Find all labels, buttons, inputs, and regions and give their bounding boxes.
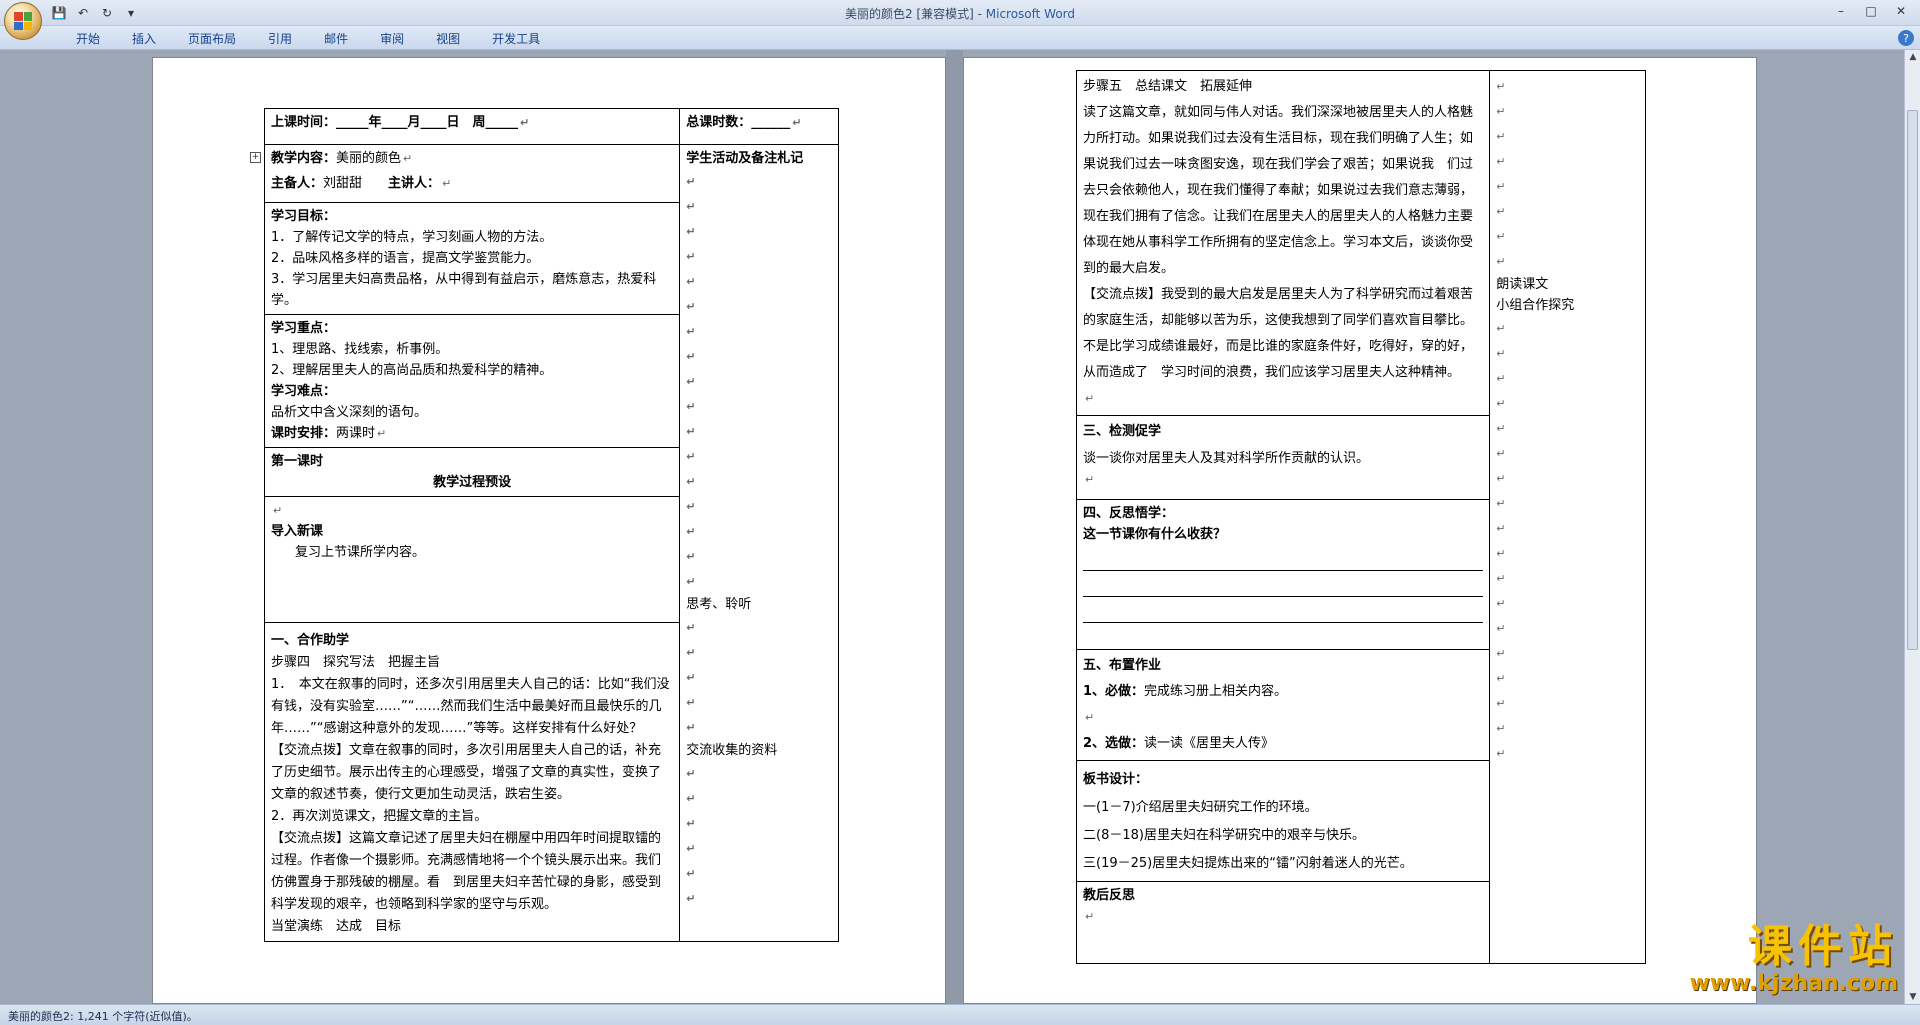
difficulty-text: 品析文中含义深刻的语句。 bbox=[271, 405, 428, 420]
key-item: 1、理思路、找线索，析事例。 bbox=[271, 342, 449, 357]
ribbon-tabs: 开始 插入 页面布局 引用 邮件 审阅 视图 开发工具 bbox=[60, 30, 556, 47]
summary-cell[interactable]: 步骤五 总结课文 拓展延伸 读了这篇文章，就如同与伟人对话。我们深深地被居里夫人… bbox=[1075, 70, 1491, 416]
key-item: 2、理解居里夫人的高尚品质和热爱科学的精神。 bbox=[271, 363, 553, 378]
student-column-header: 学生活动及备注札记 bbox=[686, 151, 804, 166]
goal-item: 3．学习居里夫妇高贵品格，从中得到有益启示，磨炼意志，热爱科学。 bbox=[271, 272, 657, 308]
student-notes-column[interactable]: 学生活动及备注札记 ↵ ↵ ↵ ↵ ↵ ↵ ↵ ↵ ↵ ↵ ↵ ↵ ↵ ↵ ↵ ↵ ↵ 思考、聆听 ↵ ↵ ↵ ↵ ↵ … bbox=[679, 144, 839, 942]
board-item: 三(19－25)居里夫妇提炼出来的“镭”闪射着迷人的光芒。 bbox=[1083, 856, 1413, 871]
site-watermark: 课件站 www.kjzhan.com bbox=[1689, 922, 1898, 996]
answer-line[interactable] bbox=[1083, 573, 1484, 597]
maximize-icon[interactable]: □ bbox=[1858, 2, 1884, 20]
exchange-one: 【交流点拨】文章在叙事的同时，多次引用居里夫人自己的话，补充了历史细节。展示出传… bbox=[271, 743, 662, 802]
title-bar: 💾 ↶ ↻ ▾ 美丽的颜色2 [兼容模式] - Microsoft Word –… bbox=[0, 0, 1920, 26]
app-name: Microsoft Word bbox=[985, 7, 1076, 21]
check-text: 谈一谈你对居里夫人及其对科学所作贡献的认识。 bbox=[1083, 451, 1370, 466]
office-logo-icon bbox=[14, 12, 32, 30]
close-icon[interactable]: ✕ bbox=[1888, 2, 1914, 20]
tab-home[interactable]: 开始 bbox=[60, 30, 116, 47]
minimize-icon[interactable]: – bbox=[1828, 2, 1854, 20]
tab-references[interactable]: 引用 bbox=[252, 30, 308, 47]
exchange-text: 【交流点拨】我受到的最大启发是居里夫人为了科学研究而过着艰苦的家庭生活，却能够以… bbox=[1083, 287, 1474, 380]
office-button[interactable] bbox=[4, 2, 42, 40]
scroll-up-icon[interactable]: ▲ bbox=[1907, 52, 1919, 62]
key-points-cell[interactable]: 学习重点： 1、理思路、找线索，析事例。 2、理解居里夫人的高尚品质和热爱科学的… bbox=[263, 314, 681, 448]
goal-item: 2．品味风格多样的语言，提高文学鉴赏能力。 bbox=[271, 251, 540, 266]
vertical-scrollbar[interactable]: ▲ ▼ bbox=[1904, 50, 1920, 1004]
tab-review[interactable]: 审阅 bbox=[364, 30, 420, 47]
intro-cell[interactable]: ↵ 导入新课 复习上节课所学内容。 bbox=[263, 496, 681, 623]
tab-developer[interactable]: 开发工具 bbox=[476, 30, 556, 47]
total-hours-cell[interactable]: 总课时数：______ ↵ bbox=[679, 108, 839, 145]
help-icon[interactable]: ? bbox=[1898, 30, 1914, 46]
scrollbar-thumb[interactable] bbox=[1907, 110, 1918, 650]
table-move-handle-icon[interactable]: + bbox=[250, 152, 261, 163]
right-student-column[interactable]: ↵ ↵ ↵ ↵ ↵ ↵ ↵ ↵ 朗读课文 小组合作探究 ↵ ↵ ↵ ↵ ↵ ↵ ↵ ↵ ↵ ↵ ↵ ↵ ↵ ↵ ↵ ↵ ↵ ↵ bbox=[1489, 70, 1646, 964]
homework-cell[interactable]: 五、布置作业 1、必做：完成练习册上相关内容。 ↵ 2、选做：读一读《居里夫人传… bbox=[1075, 649, 1491, 761]
side-paragraph-marks: ↵ ↵ ↵ ↵ ↵ ↵ ↵ ↵ ↵ ↵ ↵ ↵ ↵ ↵ ↵ ↵ ↵ bbox=[686, 175, 696, 588]
word-count-status[interactable]: 美丽的颜色2: 1,241 个字符(近似值)。 bbox=[8, 1008, 198, 1024]
class-time-cell[interactable]: 上课时间：_____年____月____日 周_____ ↵ bbox=[263, 108, 681, 145]
question-two: 2．再次浏览课文，把握文章的主旨。 bbox=[271, 809, 488, 824]
side-note-read: 朗读课文 bbox=[1496, 277, 1549, 292]
tab-view[interactable]: 视图 bbox=[420, 30, 476, 47]
reflect-cell[interactable]: 四、反思悟学： 这一节课你有什么收获？ bbox=[1075, 499, 1491, 650]
side-note-share: 交流收集的资料 bbox=[686, 743, 778, 758]
scroll-down-icon[interactable]: ▼ bbox=[1907, 992, 1919, 1002]
check-cell[interactable]: 三、检测促学 谈一谈你对居里夫人及其对科学所作贡献的认识。 ↵ bbox=[1075, 415, 1491, 500]
side-note-group: 小组合作探究 bbox=[1496, 298, 1575, 313]
step-five: 步骤五 总结课文 拓展延伸 bbox=[1083, 79, 1253, 94]
question-one: 1． 本文在叙事的同时，还多次引用居里夫人自己的话：比如“我们没有钱，没有实验室… bbox=[271, 677, 670, 736]
content-cell[interactable]: 教学内容：美丽的颜色 ↵ 主备人：刘甜甜 主讲人： ↵ bbox=[263, 144, 681, 203]
answer-line[interactable] bbox=[1083, 547, 1484, 571]
tab-insert[interactable]: 插入 bbox=[116, 30, 172, 47]
step-four: 步骤四 探究写法 把握主旨 bbox=[271, 655, 441, 670]
watermark-logo: 课件站 bbox=[1748, 921, 1898, 972]
tab-mailings[interactable]: 邮件 bbox=[308, 30, 364, 47]
intro-text: 复习上节课所学内容。 bbox=[295, 545, 426, 560]
post-reflection-cell[interactable]: 教后反思 ↵ bbox=[1075, 881, 1491, 964]
reflect-question: 这一节课你有什么收获？ bbox=[1083, 527, 1227, 542]
status-bar: 美丽的颜色2: 1,241 个字符(近似值)。 bbox=[0, 1004, 1920, 1025]
side-note-think: 思考、聆听 bbox=[686, 597, 752, 612]
reading-text: 读了这篇文章，就如同与伟人对话。我们深深地被居里夫人的人格魅力所打动。如果说我们… bbox=[1083, 105, 1474, 276]
window-title: 美丽的颜色2 [兼容模式] - Microsoft Word bbox=[0, 5, 1920, 22]
window-controls: – □ ✕ bbox=[1828, 2, 1914, 20]
ribbon: 开始 插入 页面布局 引用 邮件 审阅 视图 开发工具 ? bbox=[0, 26, 1920, 50]
answer-line[interactable] bbox=[1083, 599, 1484, 623]
goals-cell[interactable]: 学习目标： 1．了解传记文学的特点，学习刻画人物的方法。 2．品味风格多样的语言… bbox=[263, 202, 681, 315]
practice-heading: 当堂演练 达成 目标 bbox=[271, 919, 402, 934]
exchange-two: 【交流点拨】这篇文章记述了居里夫妇在棚屋中用四年时间提取镭的过程。作者像一个摄影… bbox=[271, 831, 662, 912]
document-workspace: + 上课时间：_____年____月____日 周_____ ↵ 总课时数：___… bbox=[0, 50, 1904, 1004]
watermark-url: www.kjzhan.com bbox=[1689, 971, 1898, 996]
process-title: 教学过程预设 bbox=[433, 475, 512, 490]
lesson-table-left: 上课时间：_____年____月____日 周_____ ↵ 总课时数：_____… bbox=[263, 108, 839, 942]
board-item: 二(8－18)居里夫妇在科学研究中的艰辛与快乐。 bbox=[1083, 828, 1365, 843]
board-item: 一(1－7)介绍居里夫妇研究工作的环境。 bbox=[1083, 800, 1318, 815]
page-right: 步骤五 总结课文 拓展延伸 读了这篇文章，就如同与伟人对话。我们深深地被居里夫人… bbox=[963, 57, 1757, 1004]
first-lesson-cell[interactable]: 第一课时 教学过程预设 bbox=[263, 447, 681, 497]
goal-item: 1．了解传记文学的特点，学习刻画人物的方法。 bbox=[271, 230, 553, 245]
document-title: 美丽的颜色2 [兼容模式] - bbox=[844, 7, 986, 21]
page-divider bbox=[946, 50, 963, 1004]
cooperation-cell[interactable]: 一、合作助学 步骤四 探究写法 把握主旨 1． 本文在叙事的同时，还多次引用居里… bbox=[263, 622, 681, 942]
board-design-cell[interactable]: 板书设计： 一(1－7)介绍居里夫妇研究工作的环境。 二(8－18)居里夫妇在科… bbox=[1075, 760, 1491, 882]
page-left: + 上课时间：_____年____月____日 周_____ ↵ 总课时数：___… bbox=[152, 57, 946, 1004]
lesson-table-right: 步骤五 总结课文 拓展延伸 读了这篇文章，就如同与伟人对话。我们深深地被居里夫人… bbox=[1075, 70, 1646, 964]
tab-page-layout[interactable]: 页面布局 bbox=[172, 30, 252, 47]
